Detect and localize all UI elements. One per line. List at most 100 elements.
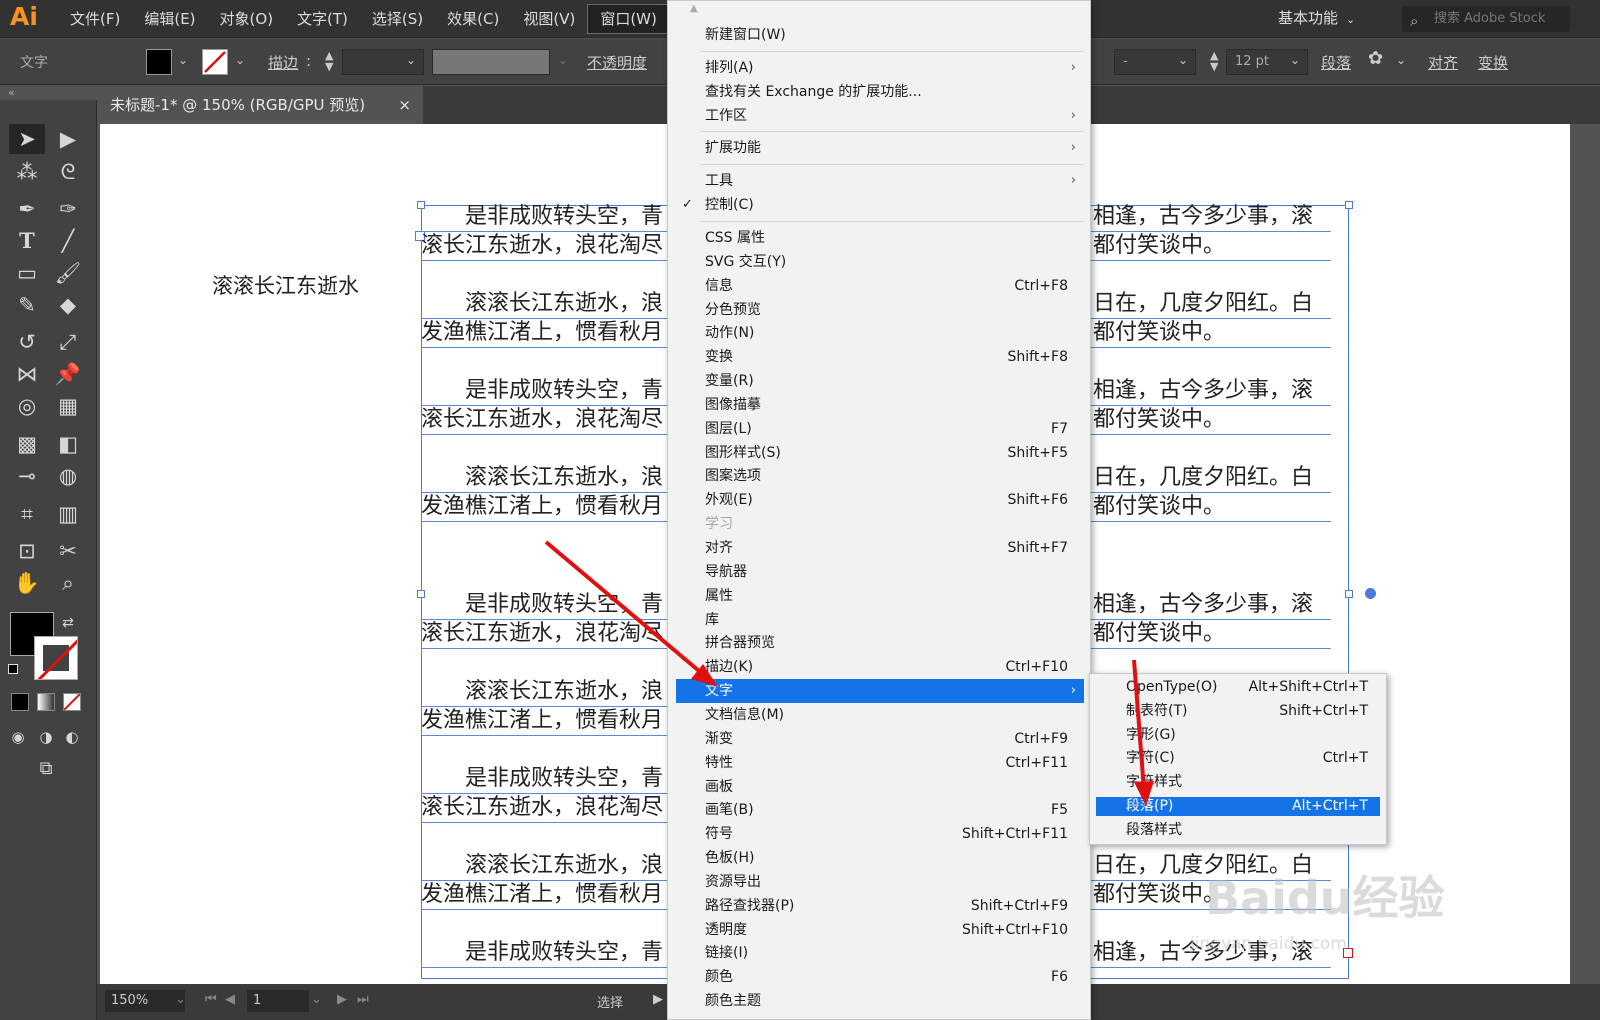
- window-menu-item[interactable]: 拼合器预览: [676, 631, 1084, 655]
- eyedropper-tool-icon[interactable]: ⊸: [9, 461, 45, 491]
- window-menu-item[interactable]: 图像描摹: [676, 393, 1084, 417]
- window-menu-item[interactable]: 变量(R): [676, 369, 1084, 393]
- lasso-tool-icon[interactable]: ᘓ: [50, 157, 86, 187]
- window-menu-item[interactable]: 信息 Ctrl+F8: [676, 274, 1084, 298]
- shaper-tool-icon[interactable]: ✎: [9, 290, 45, 320]
- window-menu-item[interactable]: 导航器: [676, 560, 1084, 584]
- none-mode-icon[interactable]: [63, 693, 81, 711]
- rotate-handle-dot[interactable]: [1365, 588, 1376, 599]
- column-graph-tool-icon[interactable]: ▥: [50, 499, 86, 529]
- shape-builder-tool-icon[interactable]: ◎: [9, 391, 45, 421]
- window-menu-item[interactable]: 路径查找器(P) Shift+Ctrl+F9: [676, 894, 1084, 918]
- window-menu-item[interactable]: 渐变 Ctrl+F9: [676, 727, 1084, 751]
- zoom-tool-icon[interactable]: ⌕: [50, 568, 86, 598]
- workspace-switcher[interactable]: 基本功能 ⌄: [1278, 0, 1355, 38]
- menu-effect[interactable]: 效果(C): [435, 0, 511, 38]
- fill-swatch[interactable]: [146, 49, 172, 75]
- screen-mode-icon[interactable]: ⧉: [28, 754, 64, 784]
- menu-object[interactable]: 对象(O): [208, 0, 286, 38]
- slice-tool-icon[interactable]: ✂: [50, 536, 86, 566]
- point-text-object[interactable]: 滚滚长江东逝水: [212, 270, 359, 300]
- paintbrush-tool-icon[interactable]: 🖌: [50, 258, 86, 288]
- puppet-warp-tool-icon[interactable]: 📌: [50, 359, 86, 389]
- draw-behind-icon[interactable]: ◑: [34, 722, 58, 752]
- window-menu-item[interactable]: 分色预览: [676, 298, 1084, 322]
- menu-edit[interactable]: 编辑(E): [132, 0, 207, 38]
- type-submenu-item[interactable]: 字形(G): [1096, 726, 1380, 745]
- curvature-tool-icon[interactable]: ✑: [50, 194, 86, 224]
- chevron-down-icon[interactable]: ⌄: [406, 53, 416, 67]
- artboard-number-field[interactable]: 1: [247, 990, 309, 1012]
- type-submenu-item[interactable]: 段落(P) Alt+Ctrl+T: [1096, 797, 1380, 816]
- stock-search-input[interactable]: ⌕ 搜索 Adobe Stock: [1402, 6, 1570, 32]
- window-menu-item[interactable]: 变换 Shift+F8: [676, 345, 1084, 369]
- chevron-down-icon[interactable]: ⌄: [178, 53, 188, 67]
- scroll-up-icon[interactable]: ▲: [690, 3, 706, 17]
- window-menu-item[interactable]: CSS 属性: [676, 226, 1084, 250]
- window-menu-item[interactable]: 扩展功能 ›: [676, 136, 1084, 160]
- status-menu-icon[interactable]: ▶: [653, 992, 663, 1007]
- window-menu-item[interactable]: 查找有关 Exchange 的扩展功能...: [676, 80, 1084, 104]
- window-menu-item[interactable]: SVG 交互(Y): [676, 250, 1084, 274]
- color-mode-icon[interactable]: [11, 693, 29, 711]
- window-menu-item[interactable]: 库: [676, 608, 1084, 632]
- window-menu-item[interactable]: 控制(C) ✓: [676, 193, 1084, 217]
- type-submenu-item[interactable]: 字符(C) Ctrl+T: [1096, 749, 1380, 768]
- type-submenu-item[interactable]: 段落样式: [1096, 821, 1380, 840]
- blend-tool-icon[interactable]: ◍: [50, 461, 86, 491]
- chevron-down-icon[interactable]: ⌄: [311, 992, 322, 1007]
- eraser-tool-icon[interactable]: ◆: [50, 290, 86, 320]
- scale-tool-icon[interactable]: ⤢: [50, 327, 86, 357]
- window-menu-item[interactable]: 特性 Ctrl+F11: [676, 751, 1084, 775]
- document-tab[interactable]: 未标题-1* @ 150% (RGB/GPU 预览) ×: [97, 86, 423, 124]
- rotate-tool-icon[interactable]: ↺: [9, 327, 45, 357]
- swap-fill-stroke-icon[interactable]: ⇄: [58, 608, 78, 638]
- window-menu-item[interactable]: 颜色主题: [676, 989, 1084, 1013]
- paragraph-link[interactable]: 段落: [1321, 52, 1351, 73]
- stepper-icon[interactable]: ▲ ▼: [1210, 50, 1218, 72]
- window-menu-item[interactable]: 文字 ›: [676, 679, 1084, 704]
- width-tool-icon[interactable]: ⋈: [9, 359, 45, 389]
- window-menu-item[interactable]: 颜色 F6: [676, 965, 1084, 989]
- window-menu-item[interactable]: 图层(L) F7: [676, 417, 1084, 441]
- bounding-handle[interactable]: [1345, 590, 1353, 598]
- window-menu-item[interactable]: 新建窗口(W): [676, 23, 1084, 47]
- window-menu-item[interactable]: 画板: [676, 775, 1084, 799]
- rectangle-tool-icon[interactable]: ▭: [9, 258, 45, 288]
- window-menu-item[interactable]: 图案选项: [676, 464, 1084, 488]
- direct-selection-tool-icon[interactable]: ▶: [50, 124, 86, 154]
- bounding-handle[interactable]: [1345, 201, 1353, 209]
- hand-tool-icon[interactable]: ✋: [9, 568, 45, 598]
- chevron-down-icon[interactable]: ⌄: [235, 53, 245, 67]
- draw-normal-icon[interactable]: ◉: [6, 722, 30, 752]
- stroke-label[interactable]: 描边: [268, 52, 298, 73]
- menu-window[interactable]: 窗口(W): [587, 4, 670, 34]
- draw-inside-icon[interactable]: ◐: [60, 722, 84, 752]
- collapse-panel-icon[interactable]: «: [0, 86, 30, 100]
- window-menu-item[interactable]: 对齐 Shift+F7: [676, 536, 1084, 560]
- type-tool-icon[interactable]: T: [9, 226, 45, 256]
- pen-tool-icon[interactable]: ✒: [9, 194, 45, 224]
- window-menu-item[interactable]: 符号 Shift+Ctrl+F11: [676, 822, 1084, 846]
- window-menu-item[interactable]: 画笔(B) F5: [676, 798, 1084, 822]
- default-colors-icon[interactable]: [8, 664, 18, 674]
- menu-view[interactable]: 视图(V): [511, 0, 587, 38]
- menu-select[interactable]: 选择(S): [360, 0, 435, 38]
- window-menu-item[interactable]: 排列(A) ›: [676, 56, 1084, 80]
- variable-width-field[interactable]: [432, 49, 550, 75]
- menu-type[interactable]: 文字(T): [285, 0, 360, 38]
- window-menu-item[interactable]: 描边(K) Ctrl+F10: [676, 655, 1084, 679]
- stroke-swatch[interactable]: [202, 49, 228, 75]
- window-menu-item[interactable]: 属性: [676, 584, 1084, 608]
- stroke-color-box[interactable]: [34, 636, 78, 680]
- chevron-down-icon[interactable]: ⌄: [1178, 53, 1188, 67]
- chevron-down-icon[interactable]: ⌄: [1396, 53, 1406, 67]
- align-link[interactable]: 对齐: [1428, 52, 1458, 73]
- window-menu-item[interactable]: 动作(N): [676, 321, 1084, 345]
- window-menu-item[interactable]: 图形样式(S) Shift+F5: [676, 441, 1084, 465]
- previous-artboard-icon[interactable]: ◀: [225, 992, 235, 1007]
- next-artboard-icon[interactable]: ▶: [337, 992, 347, 1007]
- symbol-sprayer-tool-icon[interactable]: ⌗: [9, 499, 45, 529]
- window-menu-item[interactable]: 文档信息(M): [676, 703, 1084, 727]
- perspective-grid-tool-icon[interactable]: ▦: [50, 391, 86, 421]
